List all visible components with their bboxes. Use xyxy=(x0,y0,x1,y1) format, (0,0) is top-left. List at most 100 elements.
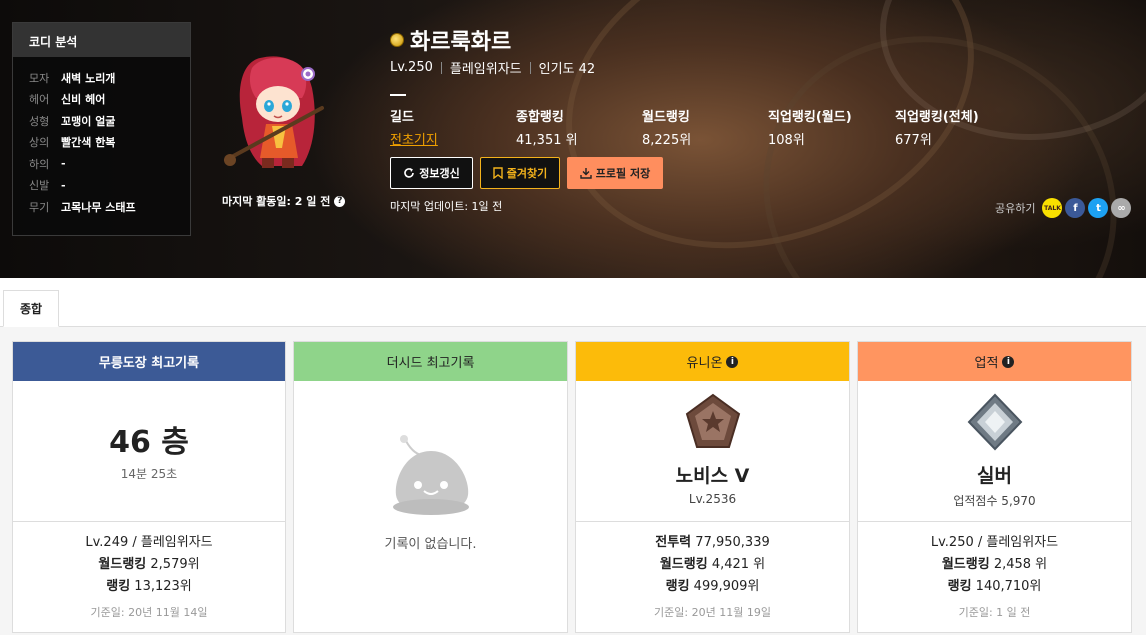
union-grade-icon xyxy=(685,393,740,448)
coordi-row: 무기 고목나무 스태프 xyxy=(29,196,190,218)
achievement-grade: 실버 xyxy=(977,465,1012,487)
favorite-label: 즐겨찾기 xyxy=(506,167,548,180)
guild-link[interactable]: 전초기지 xyxy=(390,129,516,148)
coordi-row: 상의 빨간색 한복 xyxy=(29,132,190,154)
bookmark-icon xyxy=(493,167,503,179)
card-body: 기록이 없습니다. xyxy=(294,381,567,632)
seed-card: 더시드 최고기록 기록이 없습니다. xyxy=(293,341,568,633)
dojo-time: 14분 25초 xyxy=(120,467,178,481)
separator xyxy=(529,61,531,74)
coordi-value: 새벽 노리개 xyxy=(61,71,116,85)
dojo-date: 기준일: 20년 11월 14일 xyxy=(90,606,208,619)
stat-value: 108위 xyxy=(768,133,805,148)
twitter-icon[interactable]: t xyxy=(1088,198,1109,218)
empty-slime-icon xyxy=(392,435,469,515)
coin-icon xyxy=(390,33,404,47)
coordi-title: 코디 분석 xyxy=(13,23,190,57)
achievement-level-job: Lv.250 / 플레임위자드 xyxy=(930,535,1059,550)
achievement-grade-icon xyxy=(967,393,1022,451)
coordi-key: 모자 xyxy=(29,71,50,85)
empty-message: 기록이 없습니다. xyxy=(384,537,477,552)
link-icon[interactable]: ∞ xyxy=(1111,198,1132,218)
stat-value: 41,351 위 xyxy=(516,133,578,148)
tab-overview[interactable]: 종합 xyxy=(3,290,59,327)
dojo-level-job: Lv.249 / 플레임위자드 xyxy=(85,535,213,550)
coordi-row: 모자 새벽 노리개 xyxy=(29,67,190,89)
dojo-floor: 46 층 xyxy=(109,425,189,460)
value: 140,710위 xyxy=(975,579,1042,594)
coordi-key: 신발 xyxy=(29,179,50,193)
coordi-value: 꼬맹이 얼굴 xyxy=(61,114,116,128)
card-header: 더시드 최고기록 xyxy=(294,342,567,381)
info-icon[interactable]: i xyxy=(726,355,739,368)
coordi-key: 성형 xyxy=(29,114,50,128)
card-footer: 전투력 77,950,339 월드랭킹 4,421 위 랭킹 499,909위 … xyxy=(576,522,849,620)
label: 월드랭킹 xyxy=(98,557,147,572)
save-profile-label: 프로필 저장 xyxy=(595,167,651,180)
divider xyxy=(390,94,406,96)
ranking-stats: 길드 전초기지 종합랭킹 41,351 위 월드랭킹 8,225위 직업랭킹(월… xyxy=(390,106,1021,148)
refresh-button[interactable]: 정보갱신 xyxy=(390,157,473,189)
union-card: 유니온 i 노비스 V Lv.2536 전투력 77,950,339 월드랭킹 … xyxy=(575,341,850,633)
coordi-value: 고목나무 스태프 xyxy=(61,200,136,214)
label: 전투력 xyxy=(655,535,692,550)
coordi-value: - xyxy=(61,157,66,171)
label: 월드랭킹 xyxy=(659,557,708,572)
save-profile-button[interactable]: 프로필 저장 xyxy=(567,157,663,189)
refresh-icon xyxy=(404,168,415,178)
coordi-value: - xyxy=(61,178,66,192)
value: 13,123위 xyxy=(134,579,192,594)
coordi-row: 하의 - xyxy=(29,153,190,175)
card-body: 실버 업적점수 5,970 xyxy=(858,381,1131,522)
kakaotalk-icon[interactable]: TALK xyxy=(1042,198,1063,218)
union-rank: 랭킹 499,909위 xyxy=(576,576,849,598)
achievement-date: 기준일: 1 일 전 xyxy=(958,606,1031,619)
label: 랭킹 xyxy=(665,579,690,594)
stat-world-rank: 월드랭킹 8,225위 xyxy=(642,106,768,148)
union-grade: 노비스 V xyxy=(675,465,750,487)
card-body: 46 층 14분 25초 xyxy=(13,381,285,522)
profile-header: 코디 분석 모자 새벽 노리개 헤어 신비 헤어 성형 꼬맹이 얼굴 상의 빨간색 한복… xyxy=(0,0,1146,278)
stat-label: 길드 xyxy=(390,110,414,125)
stat-label: 직업랭킹(전체) xyxy=(895,110,979,125)
stat-label: 월드랭킹 xyxy=(642,110,690,125)
coordi-row: 성형 꼬맹이 얼굴 xyxy=(29,110,190,132)
coordi-list: 모자 새벽 노리개 헤어 신비 헤어 성형 꼬맹이 얼굴 상의 빨간색 한복 하의 - 신… xyxy=(13,57,190,218)
character-avatar xyxy=(224,56,324,168)
help-icon[interactable]: ? xyxy=(334,195,346,207)
card-header: 업적 i xyxy=(858,342,1131,381)
card-body: 노비스 V Lv.2536 xyxy=(576,381,849,522)
card-title: 더시드 최고기록 xyxy=(386,356,475,371)
label: 랭킹 xyxy=(106,579,131,594)
card-title: 유니온 xyxy=(686,356,723,371)
coordi-key: 상의 xyxy=(29,136,50,150)
info-icon[interactable]: i xyxy=(1002,355,1015,368)
value: 2,579위 xyxy=(150,557,200,572)
favorite-button[interactable]: 즐겨찾기 xyxy=(480,157,560,189)
achievement-score: 업적점수 5,970 xyxy=(953,494,1036,508)
union-date: 기준일: 20년 11월 19일 xyxy=(654,606,771,619)
stat-value: 677위 xyxy=(895,133,932,148)
achievement-card: 업적 i 실버 업적점수 5,970 Lv.250 / 플레임위자드 월드랭킹 … xyxy=(857,341,1132,633)
union-level: Lv.2536 xyxy=(688,492,737,506)
last-active: 마지막 활동일: 2 일 전 ? xyxy=(222,193,346,209)
card-footer: Lv.249 / 플레임위자드 월드랭킹 2,579위 랭킹 13,123위 기… xyxy=(13,522,285,620)
coordi-panel: 코디 분석 모자 새벽 노리개 헤어 신비 헤어 성형 꼬맹이 얼굴 상의 빨간색 한복… xyxy=(12,22,191,236)
share-bar: 공유하기 TALK f t ∞ xyxy=(995,198,1132,218)
stat-job-rank-world: 직업랭킹(월드) 108위 xyxy=(768,106,895,148)
dojo-card: 무릉도장 최고기록 46 층 14분 25초 Lv.249 / 플레임위자드 월… xyxy=(12,341,286,633)
stat-total-rank: 종합랭킹 41,351 위 xyxy=(516,106,642,148)
dojo-world-rank: 월드랭킹 2,579위 xyxy=(13,554,285,576)
value: 77,950,339 xyxy=(695,535,770,550)
coordi-row: 헤어 신비 헤어 xyxy=(29,89,190,111)
dojo-rank: 랭킹 13,123위 xyxy=(13,576,285,598)
character-level: Lv.250 xyxy=(390,60,433,75)
coordi-key: 무기 xyxy=(29,200,50,214)
character-job: 플레임위자드 xyxy=(449,62,522,77)
character-summary: Lv.250 플레임위자드 인기도 42 xyxy=(390,58,595,77)
facebook-icon[interactable]: f xyxy=(1065,198,1086,218)
card-footer: Lv.250 / 플레임위자드 월드랭킹 2,458 위 랭킹 140,710위… xyxy=(858,522,1131,620)
character-popularity: 인기도 42 xyxy=(538,62,596,77)
character-name-text: 화르룩화르 xyxy=(410,30,512,55)
stat-job-rank-all: 직업랭킹(전체) 677위 xyxy=(895,106,1021,148)
